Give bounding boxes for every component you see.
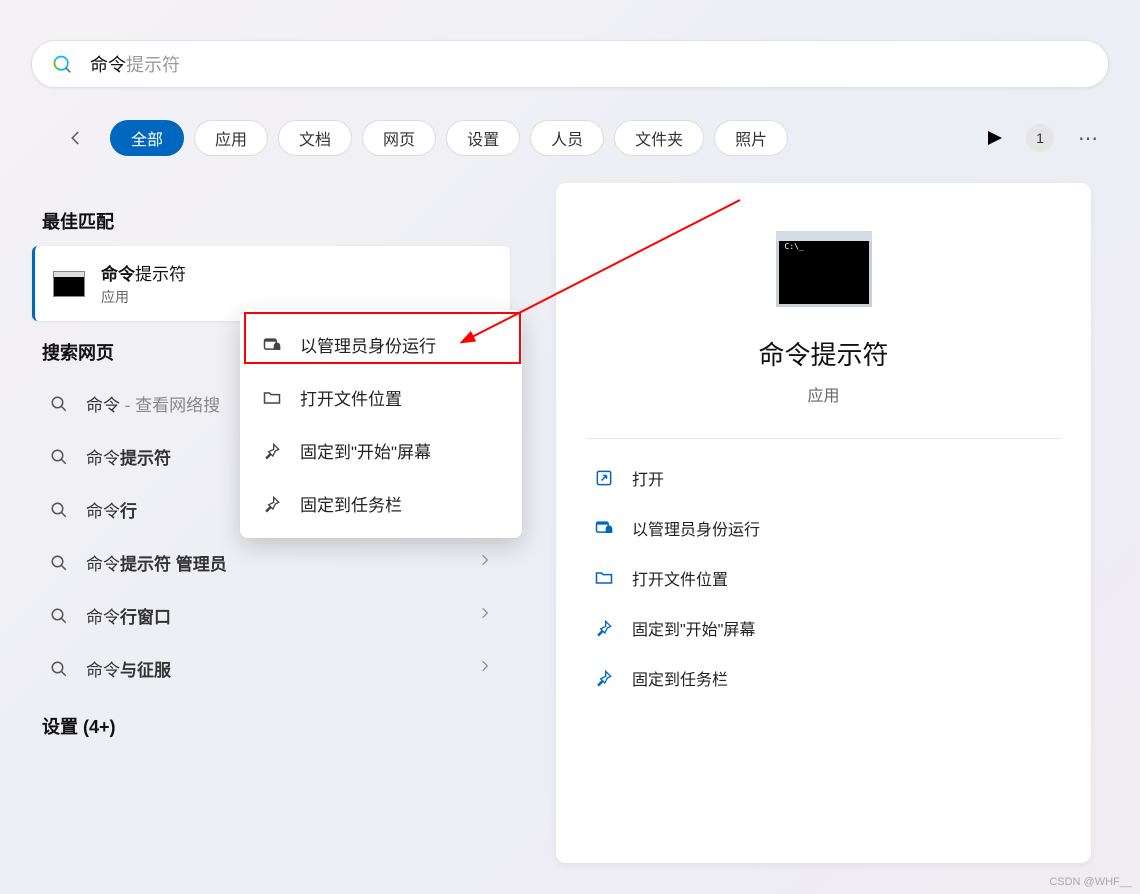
open-icon xyxy=(594,468,614,488)
web-result-item[interactable]: 命令行窗口 xyxy=(32,589,510,642)
preview-action-item[interactable]: 固定到任务栏 xyxy=(586,653,1061,703)
filter-chip-folders[interactable]: 文件夹 xyxy=(614,120,704,156)
chevron-right-icon xyxy=(478,606,492,625)
section-settings: 设置 (4+) xyxy=(42,713,510,739)
more-icon[interactable]: ⋯ xyxy=(1078,126,1100,151)
web-result-item[interactable]: 命令提示符 管理员 xyxy=(32,536,510,589)
preview-action-label: 固定到"开始"屏幕 xyxy=(632,616,755,640)
filter-chip-photos[interactable]: 照片 xyxy=(714,120,788,156)
context-menu-label: 以管理员身份运行 xyxy=(300,332,436,357)
divider xyxy=(586,438,1061,439)
preview-action-label: 以管理员身份运行 xyxy=(632,516,760,540)
best-match-sub: 应用 xyxy=(101,287,186,307)
folder-icon xyxy=(262,388,282,408)
back-button[interactable] xyxy=(60,122,92,154)
context-menu: 以管理员身份运行打开文件位置固定到"开始"屏幕固定到任务栏 xyxy=(240,310,522,538)
admin-icon xyxy=(262,335,282,355)
search-icon xyxy=(50,607,68,625)
search-icon xyxy=(50,660,68,678)
section-best-match: 最佳匹配 xyxy=(42,208,510,234)
preview-title: 命令提示符 xyxy=(586,335,1061,372)
preview-action-label: 打开 xyxy=(632,466,664,490)
search-icon xyxy=(52,54,72,74)
filter-chip-apps[interactable]: 应用 xyxy=(194,120,268,156)
search-text: 命令提示符 xyxy=(90,51,180,77)
chevron-right-icon xyxy=(478,659,492,678)
filter-chip-settings[interactable]: 设置 xyxy=(446,120,520,156)
filter-chip-people[interactable]: 人员 xyxy=(530,120,604,156)
pin-icon xyxy=(262,494,282,514)
context-menu-label: 固定到"开始"屏幕 xyxy=(300,438,431,463)
pin-icon xyxy=(594,618,614,638)
cmd-icon xyxy=(53,271,85,297)
chevron-right-icon xyxy=(478,553,492,572)
play-icon[interactable] xyxy=(988,131,1002,145)
web-result-text: 命令行窗口 xyxy=(86,603,478,628)
context-menu-label: 固定到任务栏 xyxy=(300,491,402,516)
watermark: CSDN @WHF__ xyxy=(1049,876,1132,888)
search-bar[interactable]: 命令提示符 xyxy=(31,40,1109,88)
preview-action-item[interactable]: 打开文件位置 xyxy=(586,553,1061,603)
filter-chip-all[interactable]: 全部 xyxy=(110,120,184,156)
pin-icon xyxy=(594,668,614,688)
search-icon xyxy=(50,448,68,466)
filter-chip-web[interactable]: 网页 xyxy=(362,120,436,156)
preview-action-item[interactable]: 打开 xyxy=(586,453,1061,503)
notification-badge[interactable]: 1 xyxy=(1026,124,1054,152)
search-icon xyxy=(50,554,68,572)
web-result-text: 命令提示符 管理员 xyxy=(86,550,478,575)
preview-sub: 应用 xyxy=(586,382,1061,406)
right-controls: 1 ⋯ xyxy=(988,124,1100,152)
context-menu-item[interactable]: 以管理员身份运行 xyxy=(240,318,522,371)
context-menu-item[interactable]: 固定到任务栏 xyxy=(240,477,522,530)
preview-action-label: 固定到任务栏 xyxy=(632,666,728,690)
admin-icon xyxy=(594,518,614,538)
folder-icon xyxy=(594,568,614,588)
context-menu-item[interactable]: 打开文件位置 xyxy=(240,371,522,424)
search-icon xyxy=(50,501,68,519)
preview-panel: 命令提示符 应用 打开以管理员身份运行打开文件位置固定到"开始"屏幕固定到任务栏 xyxy=(556,183,1091,863)
web-result-item[interactable]: 命令与征服 xyxy=(32,642,510,695)
preview-action-item[interactable]: 以管理员身份运行 xyxy=(586,503,1061,553)
web-result-text: 命令与征服 xyxy=(86,656,478,681)
context-menu-label: 打开文件位置 xyxy=(300,385,402,410)
filter-row: 全部 应用 文档 网页 设置 人员 文件夹 照片 xyxy=(60,120,788,156)
filter-chip-docs[interactable]: 文档 xyxy=(278,120,352,156)
preview-app-icon xyxy=(776,231,872,307)
pin-icon xyxy=(262,441,282,461)
context-menu-item[interactable]: 固定到"开始"屏幕 xyxy=(240,424,522,477)
search-icon xyxy=(50,395,68,413)
preview-action-item[interactable]: 固定到"开始"屏幕 xyxy=(586,603,1061,653)
best-match-title: 命令提示符 xyxy=(101,260,186,285)
preview-action-label: 打开文件位置 xyxy=(632,566,728,590)
